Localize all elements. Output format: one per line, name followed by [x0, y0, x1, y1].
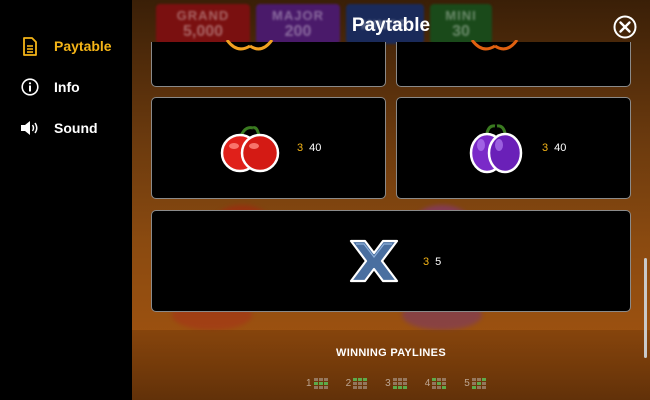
scrollbar[interactable]: [644, 258, 647, 358]
symbol-payout: 40: [309, 142, 322, 154]
symbol-count: 3: [423, 256, 430, 268]
sidebar-item-paytable[interactable]: Paytable: [20, 33, 112, 59]
payline-item: 4: [425, 378, 447, 389]
payline-item: 2: [346, 378, 368, 389]
symbol-payout: 40: [554, 142, 567, 154]
payline-item: 3: [385, 378, 407, 389]
paytable-panel-x-symbol: 3 5: [151, 210, 631, 312]
payline-item: 1: [306, 378, 328, 389]
symbol-count: 3: [297, 142, 304, 154]
info-icon: [20, 77, 40, 97]
paytable-panel-partial-left: [151, 40, 386, 87]
paytable-panel-partial-right: [396, 40, 631, 87]
payout-row: 3 5: [423, 256, 441, 268]
sidebar-item-label: Info: [54, 79, 80, 95]
page-title: Paytable: [351, 15, 431, 36]
fruit-icon: [470, 40, 519, 51]
sidebar-item-label: Sound: [54, 120, 98, 136]
plum-icon: [469, 124, 523, 174]
sidebar-item-sound[interactable]: Sound: [20, 115, 98, 141]
sidebar-item-label: Paytable: [54, 38, 112, 54]
sidebar: Paytable Info Sound: [0, 0, 132, 400]
x-symbol-icon: [349, 239, 399, 283]
payline-item: 5: [464, 378, 486, 389]
sidebar-item-info[interactable]: Info: [20, 74, 80, 100]
payout-row: 3 40: [542, 142, 566, 154]
paytable-panel-plum: 3 40: [396, 97, 631, 199]
cherry-icon: [220, 126, 280, 173]
bg-bottom-bar: [132, 330, 650, 400]
close-icon: [613, 15, 637, 39]
speaker-icon: [20, 118, 40, 138]
payout-row: 3 40: [297, 142, 321, 154]
symbol-count: 3: [542, 142, 549, 154]
winning-paylines-title: WINNING PAYLINES: [336, 347, 446, 359]
fruit-icon: [225, 40, 274, 51]
symbol-payout: 5: [435, 256, 442, 268]
payline-indicators: 1 2 3 4 5: [306, 378, 486, 389]
document-icon: [20, 36, 40, 56]
paytable-panel-cherry: 3 40: [151, 97, 386, 199]
close-button[interactable]: [613, 15, 637, 39]
